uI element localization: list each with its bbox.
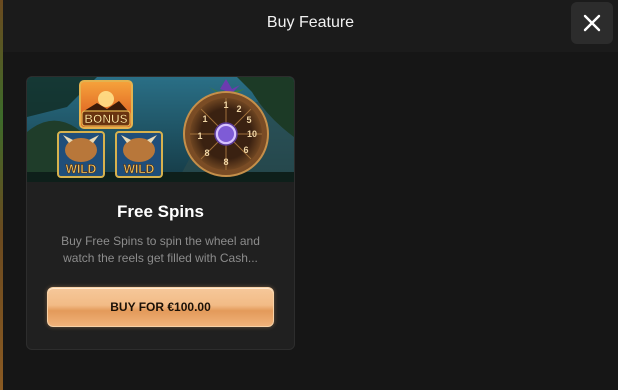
svg-text:2: 2 <box>236 104 241 114</box>
svg-text:WILD: WILD <box>66 162 97 176</box>
game-background-edge <box>0 0 3 390</box>
svg-text:WILD: WILD <box>124 162 155 176</box>
svg-text:5: 5 <box>246 115 251 125</box>
svg-text:1: 1 <box>197 131 202 141</box>
svg-text:6: 6 <box>243 145 248 155</box>
wild-symbol-tile: WILD <box>115 131 163 178</box>
svg-text:8: 8 <box>204 148 209 158</box>
svg-text:10: 10 <box>247 129 257 139</box>
buy-button[interactable]: BUY FOR €100.00 <box>47 287 274 327</box>
close-button[interactable] <box>571 2 613 44</box>
wild-symbol-tile: WILD <box>57 131 105 178</box>
close-icon <box>583 14 601 32</box>
modal-title: Buy Feature <box>266 14 355 31</box>
svg-text:1: 1 <box>202 114 207 124</box>
svg-text:BONUS: BONUS <box>84 112 127 126</box>
bonus-symbol-tile: BONUS <box>79 80 133 129</box>
feature-banner-image: BONUS WILD WILD 1 2 5 10 6 8 8 1 1 <box>27 77 294 182</box>
svg-text:8: 8 <box>223 157 228 167</box>
modal-header: Buy Feature <box>3 0 618 52</box>
feature-description: Buy Free Spins to spin the wheel and wat… <box>61 234 260 265</box>
svg-text:1: 1 <box>223 100 228 110</box>
feature-title: Free Spins <box>117 202 204 221</box>
feature-card-free-spins: BONUS WILD WILD 1 2 5 10 6 8 8 1 1 Free … <box>26 76 295 350</box>
